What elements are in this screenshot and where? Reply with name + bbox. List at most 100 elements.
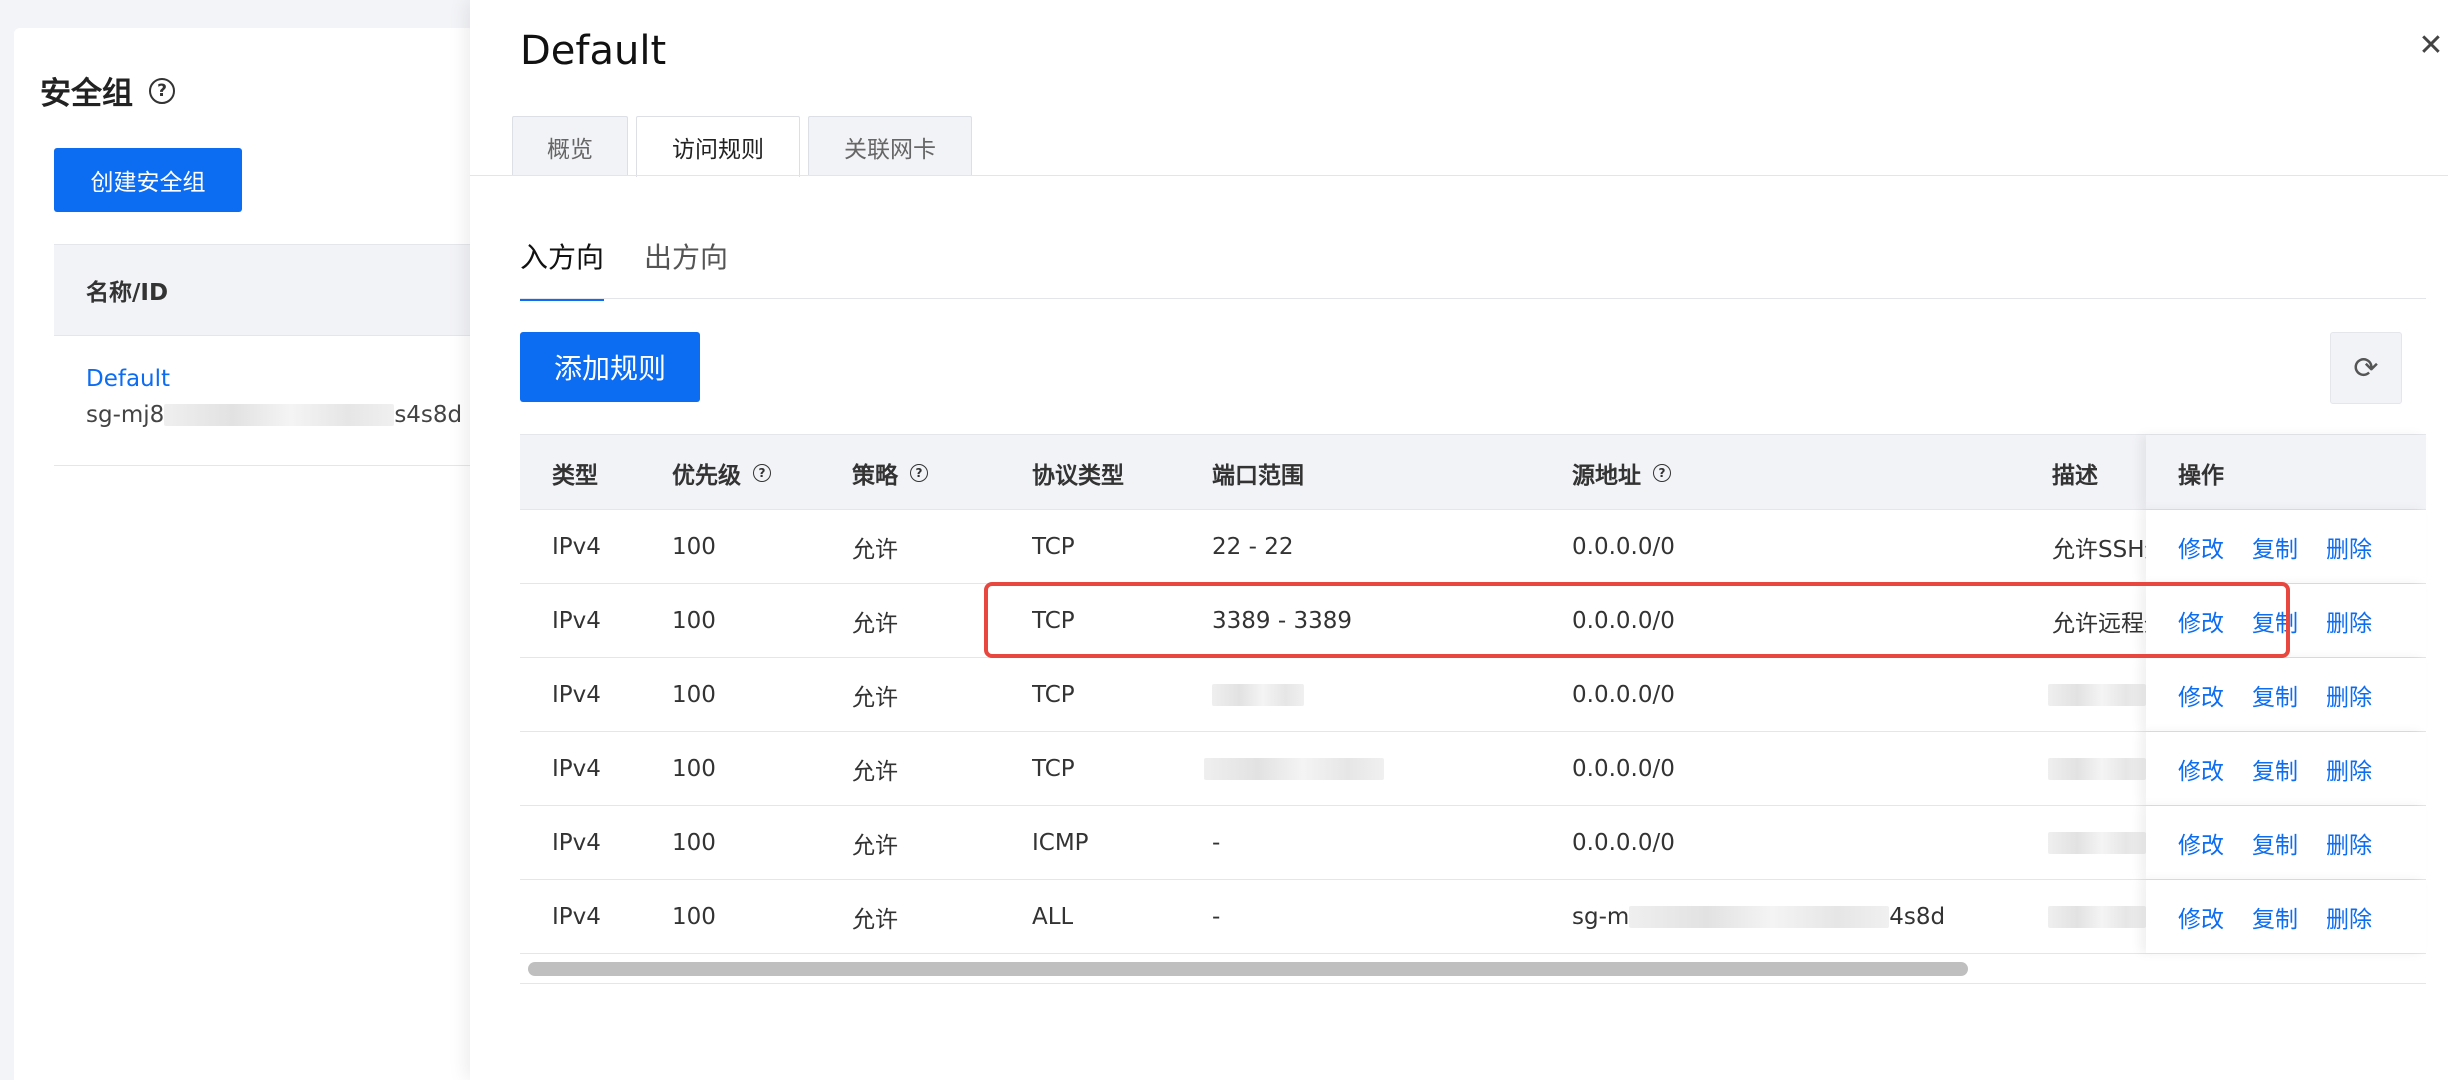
delete-link[interactable]: 删除 (2326, 900, 2372, 934)
cell-desc (2048, 880, 2146, 954)
copy-link[interactable]: 复制 (2252, 604, 2298, 638)
page-title-text: 安全组 (40, 76, 133, 112)
cell-policy: 允许 (852, 685, 898, 711)
edit-link[interactable]: 修改 (2178, 530, 2224, 564)
cell-port: - (1212, 830, 1221, 856)
table-row: IPv4 100 允许 TCP 0.0.0.0/0 修改 复制 删除 (520, 658, 2426, 732)
security-group-drawer: Default ✕ 概览 访问规则 关联网卡 入方向 出方向 添加规则 ⟳ 类型… (470, 0, 2448, 1080)
copy-link[interactable]: 复制 (2252, 530, 2298, 564)
column-header-name-id: 名称/ID (86, 280, 169, 306)
tab-inbound[interactable]: 入方向 (520, 236, 605, 301)
delete-link[interactable]: 删除 (2326, 678, 2372, 712)
delete-link[interactable]: 删除 (2326, 530, 2372, 564)
cell-policy: 允许 (852, 611, 898, 637)
redacted-block (2048, 832, 2146, 854)
cell-source: 0.0.0.0/0 (1572, 608, 1675, 634)
cell-protocol: TCP (1032, 534, 1075, 560)
cell-desc: 允许SSH远 (2052, 537, 2152, 563)
source-suffix: 4s8d (1889, 904, 1946, 930)
cell-port: 22 - 22 (1212, 534, 1294, 560)
tab-bound-nic[interactable]: 关联网卡 (808, 116, 972, 176)
question-circle-icon[interactable]: ? (149, 77, 175, 104)
tab-overview[interactable]: 概览 (512, 116, 628, 176)
cell-desc (2048, 806, 2146, 880)
cell-priority: 100 (672, 682, 716, 708)
edit-link[interactable]: 修改 (2178, 900, 2224, 934)
copy-link[interactable]: 复制 (2252, 678, 2298, 712)
horizontal-scrollbar[interactable] (520, 954, 2426, 984)
cell-source: 0.0.0.0/0 (1572, 682, 1675, 708)
tab-outbound[interactable]: 出方向 (644, 236, 728, 301)
column-header-source: 源地址? (1572, 435, 1671, 511)
create-security-group-button[interactable]: 创建安全组 (54, 148, 242, 212)
cell-type: IPv4 (552, 534, 601, 560)
cell-policy: 允许 (852, 759, 898, 785)
left-table-header: 名称/ID (54, 244, 474, 336)
column-header-port: 端口范围 (1212, 463, 1304, 489)
edit-link[interactable]: 修改 (2178, 752, 2224, 786)
close-icon[interactable]: ✕ (2415, 30, 2447, 62)
cell-source: 0.0.0.0/0 (1572, 534, 1675, 560)
cell-port: - (1212, 904, 1221, 930)
redacted-block (2048, 906, 2146, 928)
cell-protocol: ICMP (1032, 830, 1089, 856)
security-group-name-link[interactable]: Default (86, 366, 474, 392)
cell-policy: 允许 (852, 907, 898, 933)
direction-divider (520, 298, 2426, 299)
add-rule-button[interactable]: 添加规则 (520, 332, 700, 402)
redacted-block (164, 404, 395, 426)
cell-port: 3389 - 3389 (1212, 608, 1352, 634)
edit-link[interactable]: 修改 (2178, 604, 2224, 638)
cell-protocol: TCP (1032, 608, 1075, 634)
cell-type: IPv4 (552, 830, 601, 856)
rules-table: 类型 优先级? 策略? 协议类型 端口范围 源地址? 描述 操作 IPv4 10… (520, 434, 2426, 954)
cell-protocol: TCP (1032, 756, 1075, 782)
column-header-priority: 优先级? (672, 435, 771, 511)
tabs-divider (470, 175, 2448, 176)
redacted-block (1204, 758, 1384, 780)
cell-desc (2048, 658, 2146, 732)
edit-link[interactable]: 修改 (2178, 678, 2224, 712)
question-circle-icon[interactable]: ? (1653, 464, 1671, 482)
cell-protocol: ALL (1032, 904, 1074, 930)
direction-tabs: 入方向 出方向 (520, 236, 728, 301)
redacted-block (1212, 684, 1304, 706)
security-group-row[interactable]: Default sg-mj8 s4s8d (54, 336, 474, 466)
table-row: IPv4 100 允许 TCP 22 - 22 0.0.0.0/0 允许SSH远… (520, 510, 2426, 584)
delete-link[interactable]: 删除 (2326, 752, 2372, 786)
delete-link[interactable]: 删除 (2326, 826, 2372, 860)
table-row: IPv4 100 允许 TCP 3389 - 3389 0.0.0.0/0 允许… (520, 584, 2426, 658)
drawer-title: Default (520, 28, 667, 74)
cell-type: IPv4 (552, 904, 601, 930)
cell-port (1212, 658, 1304, 732)
delete-link[interactable]: 删除 (2326, 604, 2372, 638)
cell-priority: 100 (672, 830, 716, 856)
cell-type: IPv4 (552, 608, 601, 634)
column-header-desc: 描述 (2052, 463, 2098, 489)
ops-header-cell: 操作 (2146, 435, 2426, 509)
question-circle-icon[interactable]: ? (753, 464, 771, 482)
question-circle-icon[interactable]: ? (910, 464, 928, 482)
column-header-protocol: 协议类型 (1032, 463, 1124, 489)
cell-priority: 100 (672, 756, 716, 782)
redacted-block (2048, 684, 2146, 706)
copy-link[interactable]: 复制 (2252, 826, 2298, 860)
scrollbar-thumb[interactable] (528, 962, 1968, 976)
copy-link[interactable]: 复制 (2252, 752, 2298, 786)
security-group-id-suffix: s4s8d (394, 402, 463, 428)
cell-priority: 100 (672, 608, 716, 634)
cell-desc: 允许远程登 (2052, 611, 2152, 637)
tab-access-rules[interactable]: 访问规则 (636, 116, 800, 177)
cell-policy: 允许 (852, 833, 898, 859)
security-group-id-prefix: sg-mj8 (86, 402, 165, 428)
refresh-icon[interactable]: ⟳ (2330, 332, 2402, 404)
copy-link[interactable]: 复制 (2252, 900, 2298, 934)
cell-source: 0.0.0.0/0 (1572, 756, 1675, 782)
edit-link[interactable]: 修改 (2178, 826, 2224, 860)
cell-port (1204, 732, 1384, 806)
table-header: 类型 优先级? 策略? 协议类型 端口范围 源地址? 描述 操作 (520, 434, 2426, 510)
security-group-id: sg-mj8 s4s8d (86, 402, 474, 428)
cell-type: IPv4 (552, 682, 601, 708)
ops-cell: 修改 复制 删除 (2146, 584, 2426, 657)
page-title: 安全组 ? (40, 68, 175, 113)
